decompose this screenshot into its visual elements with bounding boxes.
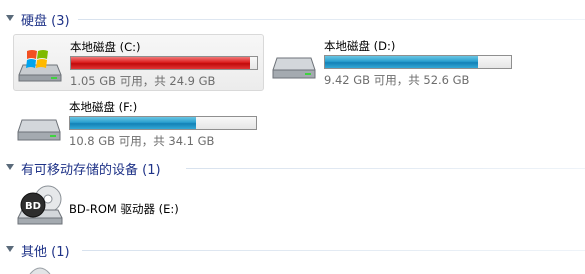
drive-tile-f[interactable]: 本地磁盘 (F:) 10.8 GB 可用，共 34.1 GB [13,96,262,151]
hard-drive-icon [17,119,61,141]
bd-logo-text: BD [25,201,41,212]
usage-bar-fill-c [71,57,250,69]
collapse-arrow-icon[interactable] [6,15,14,21]
group-divider [82,250,585,251]
group-title-hard-disks: 硬盘 (3) [21,14,70,29]
drive-space-f: 10.8 GB 可用，共 34.1 GB [69,134,215,148]
group-title-other: 其他 (1) [21,245,70,260]
usage-bar-d [324,55,512,69]
drive-name-d: 本地磁盘 (D:) [324,39,396,53]
group-divider [78,19,585,20]
bd-rom-icon: BD [17,185,63,225]
drive-name-c: 本地磁盘 (C:) [70,40,141,54]
system-drive-windows-icon [18,50,62,82]
drive-tile-d[interactable]: 本地磁盘 (D:) 9.42 GB 可用，共 52.6 GB [268,34,517,89]
usage-bar-c [70,56,258,70]
group-divider [186,168,585,169]
drive-space-c: 1.05 GB 可用，共 24.9 GB [70,74,216,88]
collapse-arrow-icon[interactable] [6,164,14,170]
group-header-hard-disks[interactable]: 硬盘 (3) [0,10,585,29]
usage-bar-fill-d [325,56,478,68]
group-header-other[interactable]: 其他 (1) [0,241,585,260]
drive-space-d: 9.42 GB 可用，共 52.6 GB [324,73,470,87]
collapse-arrow-icon[interactable] [6,246,14,252]
group-header-removable[interactable]: 有可移动存储的设备 (1) [0,159,585,178]
hard-drive-icon [272,57,316,79]
drive-name-e: BD-ROM 驱动器 (E:) [69,202,179,216]
group-title-removable: 有可移动存储的设备 (1) [21,163,161,178]
other-device-icon[interactable] [28,266,52,274]
drive-tile-c[interactable]: 本地磁盘 (C:) 1.05 GB 可用，共 24.9 GB [13,34,264,91]
usage-bar-f [69,116,257,130]
drive-name-f: 本地磁盘 (F:) [69,100,138,114]
usage-bar-fill-f [70,117,197,129]
drive-tile-e[interactable]: BD BD-ROM 驱动器 (E:) [13,182,262,232]
